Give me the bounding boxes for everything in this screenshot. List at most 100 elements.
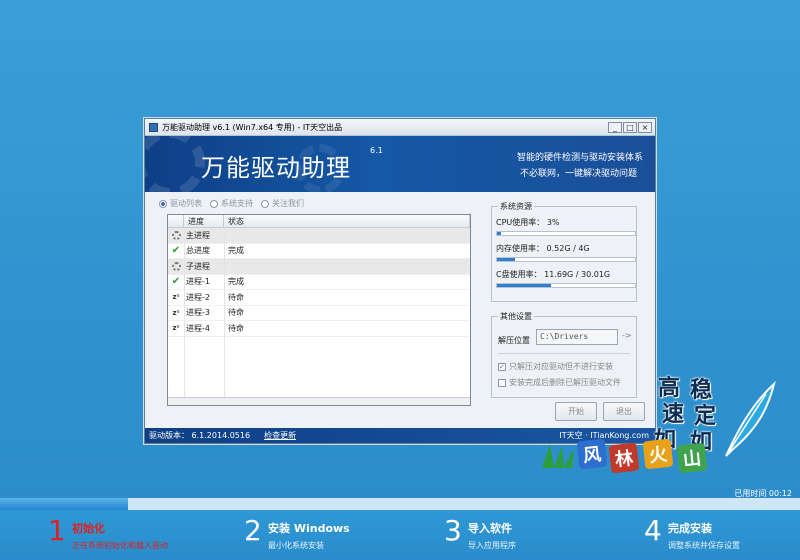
step-number: 1	[48, 514, 66, 547]
browse-button[interactable]: ->	[622, 331, 632, 340]
list-row[interactable]: zᶻ 进程-4 待命	[168, 321, 470, 337]
driver-version: 驱动版本： 6.1.2014.0516	[149, 431, 251, 440]
minimize-button[interactable]: _	[608, 121, 622, 133]
gear-decoration-icon	[145, 136, 205, 192]
view-radio-group: 驱动列表 系统支持 关注我们	[159, 198, 304, 209]
group-title: 其他设置	[498, 311, 534, 322]
process-status: 完成	[228, 246, 244, 256]
group-title: 系统资源	[498, 201, 534, 212]
window-body: 驱动列表 系统支持 关注我们 进度 状态 主进程 ✔ 总进度 完成 子进程 ✔ 进程-1 完成 zᶻ…	[145, 192, 655, 428]
process-name: 总进度	[186, 246, 210, 256]
step-name: 导入软件	[468, 522, 512, 535]
process-status: 待命	[228, 292, 244, 302]
overall-progress-fill	[0, 498, 128, 510]
cpu-usage-value: 3%	[546, 218, 560, 227]
column-header-status[interactable]: 状态	[224, 215, 470, 227]
step-name: 完成安装	[668, 522, 712, 535]
cpu-usage-bar	[496, 231, 636, 236]
radio-option[interactable]: 关注我们	[261, 198, 304, 209]
process-name: 进程-1	[186, 277, 210, 287]
install-step: 2 安装 Windows 最小化系统安装	[200, 510, 400, 560]
disk-usage-bar	[496, 283, 636, 288]
slogan-tile: 火	[642, 438, 674, 470]
checkbox-label: 安装完成后删除已解压驱动文件	[509, 378, 621, 387]
extract-path-label: 解压位置	[498, 336, 530, 345]
extract-path-field[interactable]: C:\Drivers	[536, 329, 618, 345]
system-resources-group: 系统资源 CPU使用率： 3% 内存使用率： 0.52G / 4G C盘使用率：…	[491, 201, 637, 302]
gear-icon	[171, 261, 181, 271]
cpu-usage: CPU使用率： 3%	[496, 217, 560, 228]
sleep-icon: zᶻ	[172, 293, 180, 302]
process-status: 完成	[228, 277, 244, 287]
step-number: 4	[644, 514, 662, 547]
install-step: 1 初始化正在系统初始化和载入驱动	[0, 510, 200, 560]
app-icon	[149, 122, 158, 132]
step-name: 初始化	[72, 522, 105, 535]
other-settings-group: 其他设置 解压位置 C:\Drivers -> ✓ 只解压对应驱动但不进行安装 安…	[491, 311, 637, 398]
radio-icon	[210, 199, 218, 208]
title-bar: 万能驱动助理 v6.1 (Win7.x64 专用) - IT天空出品 _ □ ×	[145, 119, 655, 136]
delete-after-install-checkbox[interactable]: 安装完成后删除已解压驱动文件	[498, 377, 621, 388]
window-title: 万能驱动助理 v6.1 (Win7.x64 专用) - IT天空出品	[162, 122, 343, 132]
disk-usage-label: C盘使用率：	[496, 270, 542, 279]
radio-option[interactable]: 驱动列表	[159, 198, 202, 209]
installer-window: 万能驱动助理 v6.1 (Win7.x64 专用) - IT天空出品 _ □ ×…	[144, 118, 656, 444]
extract-only-checkbox[interactable]: ✓ 只解压对应驱动但不进行安装	[498, 361, 613, 372]
list-row[interactable]: 子进程	[168, 259, 470, 275]
memory-usage-value: 0.52G / 4G	[546, 244, 590, 253]
tagline-1: 智能的硬件检测与驱动安装体系	[516, 153, 643, 163]
install-step: 3 导入软件导入应用程序	[400, 510, 600, 560]
process-list[interactable]: 进度 状态 主进程 ✔ 总进度 完成 子进程 ✔ 进程-1 完成 zᶻ 进程-2 待命 zᶻ 进程-3 待…	[167, 214, 471, 406]
radio-icon	[159, 199, 167, 208]
step-name: 安装 Windows	[268, 522, 350, 535]
sleep-icon: zᶻ	[172, 324, 180, 333]
banner: 万能驱动助理 6.1 智能的硬件检测与驱动安装体系 不必联网，一键解决驱动问题	[145, 136, 655, 192]
product-name: 万能驱动助理	[201, 154, 351, 182]
slogan-tile: 山	[676, 442, 708, 474]
list-row[interactable]: ✔ 进程-1 完成	[168, 275, 470, 290]
sleep-icon: zᶻ	[172, 308, 180, 317]
maximize-button[interactable]: □	[623, 121, 637, 133]
column-header-progress[interactable]: 进度	[184, 215, 224, 227]
check-icon: ✔	[171, 275, 181, 287]
process-name: 进程-4	[186, 323, 210, 333]
radio-label: 关注我们	[272, 199, 304, 208]
disk-usage: C盘使用率： 11.69G / 30.01G	[496, 269, 610, 280]
start-button[interactable]: 开始	[555, 402, 597, 421]
memory-usage: 内存使用率： 0.52G / 4G	[496, 243, 590, 254]
exit-button[interactable]: 退出	[603, 402, 645, 421]
list-header: 进度 状态	[168, 215, 470, 228]
disk-usage-value: 11.69G / 30.01G	[544, 270, 611, 279]
step-description: 导入应用程序	[468, 541, 516, 550]
check-icon: ✔	[171, 244, 181, 256]
list-row[interactable]: 主进程	[168, 228, 470, 244]
list-row[interactable]: zᶻ 进程-2 待命	[168, 290, 470, 306]
radio-icon	[261, 199, 269, 208]
step-number: 3	[444, 514, 462, 547]
step-description: 最小化系统安装	[268, 541, 324, 550]
gear-icon	[171, 230, 181, 240]
process-status: 待命	[228, 308, 244, 318]
check-update-link[interactable]: 检查更新	[264, 430, 296, 441]
feather-icon	[725, 381, 776, 457]
column-header-icon[interactable]	[168, 215, 184, 227]
step-number: 2	[244, 514, 262, 547]
horizontal-scrollbar[interactable]	[168, 397, 470, 405]
tagline-2: 不必联网，一键解决驱动问题	[519, 169, 637, 179]
cpu-usage-label: CPU使用率：	[496, 218, 545, 227]
grass-icon	[542, 444, 574, 468]
checkbox-label: 只解压对应驱动但不进行安装	[509, 362, 613, 371]
close-button[interactable]: ×	[638, 121, 652, 133]
memory-usage-label: 内存使用率：	[496, 244, 544, 253]
overall-progress-bar	[0, 498, 800, 510]
process-name: 子进程	[186, 261, 210, 271]
list-row[interactable]: zᶻ 进程-3 待命	[168, 306, 470, 321]
slogan-tile: 林	[608, 442, 640, 474]
process-name: 主进程	[186, 230, 210, 240]
step-description: 正在系统初始化和载入驱动	[72, 541, 168, 550]
process-status: 待命	[228, 323, 244, 333]
radio-label: 系统支持	[221, 199, 253, 208]
list-row[interactable]: ✔ 总进度 完成	[168, 244, 470, 259]
memory-usage-bar	[496, 257, 636, 262]
radio-option[interactable]: 系统支持	[210, 198, 253, 209]
